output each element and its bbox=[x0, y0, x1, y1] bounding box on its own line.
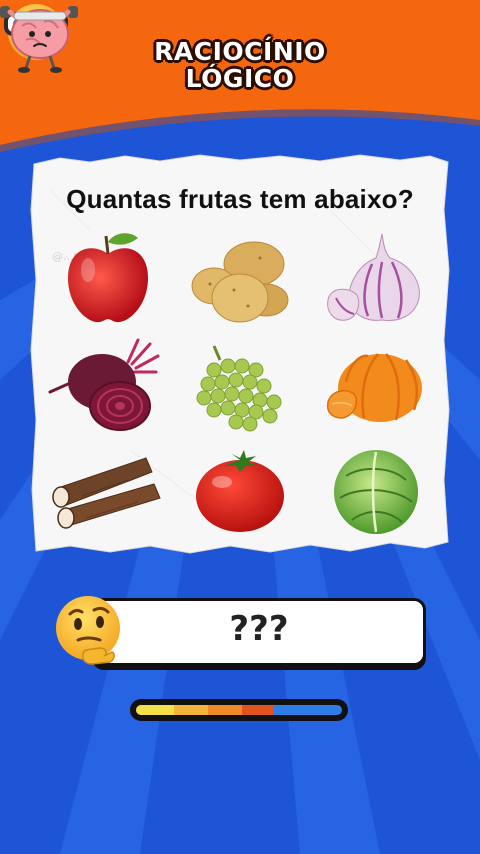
apple-icon bbox=[68, 233, 148, 323]
beetroot-icon bbox=[48, 338, 160, 431]
tangerine-icon bbox=[326, 353, 422, 422]
header-banner: RACIOCÍNIO LÓGICO bbox=[0, 0, 480, 152]
items-grid bbox=[42, 228, 438, 540]
cabbage-icon bbox=[334, 450, 418, 534]
potatoes-item bbox=[174, 228, 306, 332]
brain-mascot-icon bbox=[0, 6, 78, 73]
answer-text: ??? bbox=[229, 609, 289, 649]
grapes-item bbox=[174, 332, 306, 436]
question-card: Quantas frutas tem abaixo? @...tal... bbox=[30, 150, 450, 560]
progress-bar bbox=[130, 699, 348, 721]
beetroot-item bbox=[42, 332, 174, 436]
garlic-item bbox=[306, 228, 438, 332]
cassava-item bbox=[42, 436, 174, 540]
progress-track bbox=[136, 705, 342, 715]
grapes-icon bbox=[196, 345, 282, 432]
tangerine-item bbox=[306, 332, 438, 436]
cabbage-item bbox=[306, 436, 438, 540]
garlic-icon bbox=[327, 233, 420, 321]
question-text: Quantas frutas tem abaixo? bbox=[66, 184, 414, 214]
cassava-icon bbox=[52, 457, 161, 529]
potatoes-icon bbox=[191, 241, 289, 323]
progress-segment-2 bbox=[174, 705, 208, 715]
thinking-face-icon bbox=[56, 596, 120, 665]
answer-area: ??? bbox=[52, 594, 432, 670]
tomato-item bbox=[174, 436, 306, 540]
progress-segment-1 bbox=[136, 705, 174, 715]
tomato-icon bbox=[196, 450, 284, 532]
progress-segment-4 bbox=[242, 705, 274, 715]
apple-item bbox=[42, 228, 174, 332]
progress-segment-3 bbox=[208, 705, 242, 715]
